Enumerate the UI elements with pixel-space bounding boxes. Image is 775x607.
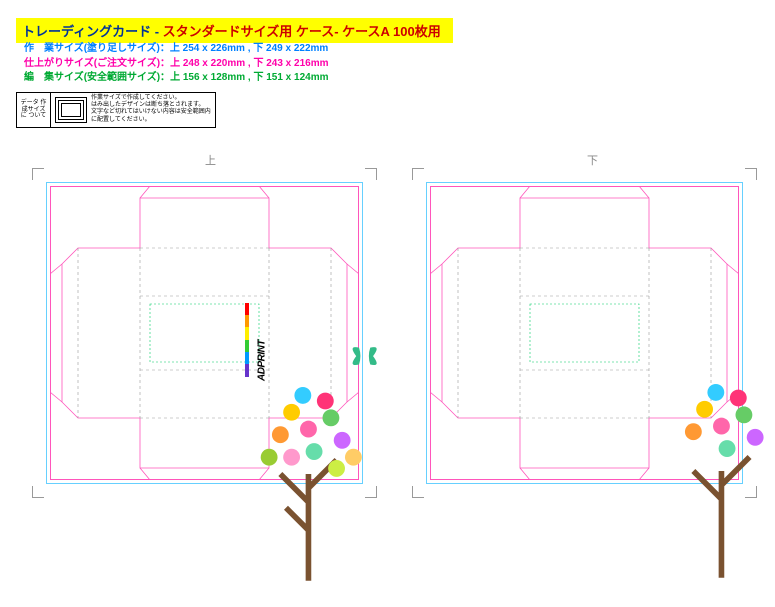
spec-trim-value: 上 248 x 220mm , 下 243 x 216mm [170,58,328,69]
title-product: トレーディングカード [22,24,151,39]
dieline-bottom-face [412,168,757,498]
crop-mark-icon [412,168,424,180]
title-sep: - [151,24,163,39]
flower-tree-icon [581,310,775,604]
spec-bleed-label: 作 業サイズ(塗り足しサイズ)： [24,43,170,54]
logo-rainbow-icon [245,303,249,377]
panel-label-top: 上 [205,152,216,168]
dieline-top-face: ADPRINT [32,168,377,498]
note-line-3: 文字など切れてはいけない内容は安全範囲内に配置してください。 [91,109,213,123]
crop-mark-icon [32,486,44,498]
crop-mark-icon [365,168,377,180]
spec-bleed: 作 業サイズ(塗り足しサイズ)：上 254 x 226mm , 下 249 x … [24,42,329,57]
panel-label-bottom: 下 [587,152,598,168]
brand-logo-text: ADPRINT [256,340,267,381]
note-heading: データ 作成サイズに ついて [17,93,51,127]
crop-mark-icon [32,168,44,180]
spec-safe-label: 編 集サイズ(安全範囲サイズ)： [24,72,170,83]
sample-artwork: ADPRINT [150,295,260,385]
spec-bleed-value: 上 254 x 226mm , 下 249 x 222mm [170,43,328,54]
spec-safe-value: 上 156 x 128mm , 下 151 x 124mm [170,72,328,83]
crop-mark-icon [412,486,424,498]
size-swatch-icon [55,97,87,123]
note-body: 作業サイズで作成してください。 はみ出したデザインは断ち落とされます。 文字など… [51,93,215,127]
spec-trim-label: 仕上がりサイズ(ご注文サイズ)： [24,58,170,69]
data-creation-note: データ 作成サイズに ついて 作業サイズで作成してください。 はみ出したデザイン… [16,92,216,128]
crop-mark-icon [745,168,757,180]
sample-artwork [563,295,673,385]
spec-trim: 仕上がりサイズ(ご注文サイズ)：上 248 x 220mm , 下 243 x … [24,57,329,72]
size-specs: 作 業サイズ(塗り足しサイズ)：上 254 x 226mm , 下 249 x … [24,42,329,86]
title-variant: スタンダードサイズ用 ケース- ケースA 100枚用 [163,24,441,39]
spec-safe: 編 集サイズ(安全範囲サイズ)：上 156 x 128mm , 下 151 x … [24,71,329,86]
document-title: トレーディングカード - スタンダードサイズ用 ケース- ケースA 100枚用 [16,18,453,43]
